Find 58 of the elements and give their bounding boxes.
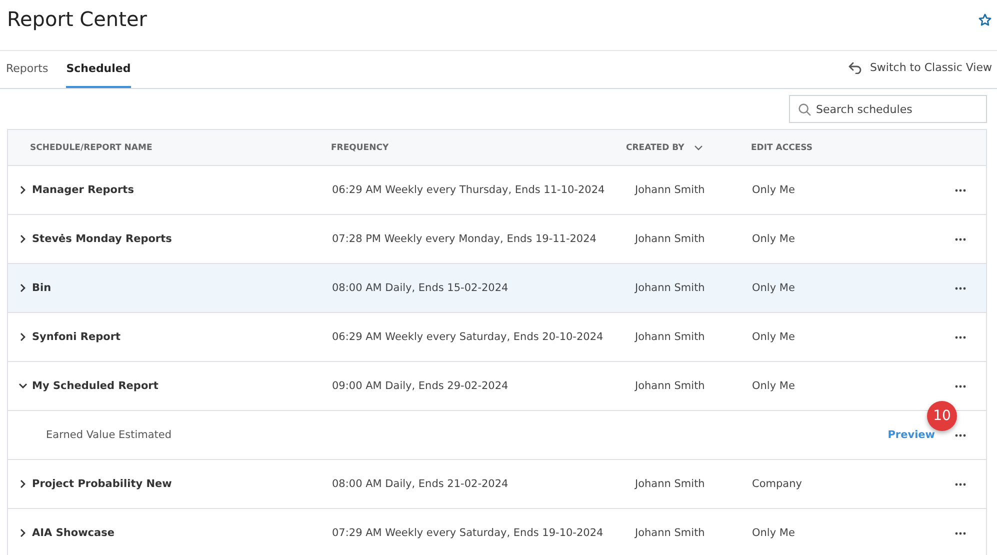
chevron-icon[interactable]: [18, 479, 28, 489]
more-icon[interactable]: [955, 434, 966, 436]
report-name[interactable]: AIA Showcase: [32, 527, 114, 539]
star-icon[interactable]: [978, 13, 992, 27]
tab[interactable]: Scheduled: [66, 51, 131, 88]
report-name[interactable]: Manager Reports: [32, 184, 134, 196]
sort-caret-icon[interactable]: [694, 144, 704, 150]
table-cell: Only Me: [752, 282, 795, 294]
more-icon[interactable]: [955, 188, 966, 192]
column-header: FREQUENCY: [331, 142, 389, 152]
more-icon[interactable]: [955, 286, 966, 290]
tab[interactable]: Reports: [6, 51, 48, 88]
table-cell: Johann Smith: [635, 331, 705, 343]
more-icon[interactable]: [955, 384, 966, 388]
table-cell: Only Me: [752, 380, 795, 392]
table-cell: 09:00 AM Daily, Ends 29-02-2024: [332, 380, 508, 392]
table-cell: Johann Smith: [635, 282, 705, 294]
more-icon[interactable]: [955, 532, 966, 534]
table-cell: 08:00 AM Daily, Ends 15-02-2024: [332, 282, 508, 294]
column-header: EDIT ACCESS: [751, 142, 813, 152]
chevron-icon[interactable]: [18, 185, 28, 195]
table-cell: 08:00 AM Daily, Ends 21-02-2024: [332, 478, 508, 490]
table-cell: Johann Smith: [635, 478, 705, 490]
report-name[interactable]: Stevės Monday Reports: [32, 233, 172, 245]
chevron-icon[interactable]: [18, 332, 28, 342]
column-header: CREATED BY: [626, 142, 684, 152]
report-item: Earned Value Estimated: [45, 429, 172, 441]
report-name[interactable]: Bin: [32, 282, 52, 294]
table-cell: Johann Smith: [635, 527, 705, 539]
table-cell: 07:28 PM Weekly every Monday, Ends 19-11-2024: [332, 233, 596, 245]
chevron-icon[interactable]: [18, 528, 28, 538]
more-icon[interactable]: [955, 238, 966, 240]
more-icon[interactable]: [955, 482, 966, 486]
chevron-icon[interactable]: [18, 283, 28, 293]
report-name[interactable]: My Scheduled Report: [32, 380, 158, 392]
report-name[interactable]: Project Probability New: [32, 478, 172, 490]
table-cell: Only Me: [752, 527, 795, 539]
count-badge: 10: [927, 401, 957, 431]
chevron-icon[interactable]: [18, 381, 28, 391]
switch-view-link[interactable]: Switch to Classic View: [848, 51, 992, 84]
column-header: SCHEDULE/REPORT NAME: [30, 142, 152, 152]
table-cell: Johann Smith: [635, 233, 705, 245]
table-cell: Only Me: [752, 184, 795, 196]
table-cell: 06:29 AM Weekly every Saturday, Ends 20-10-2024: [332, 331, 604, 343]
table-cell: Company: [752, 478, 802, 490]
table-cell: Only Me: [752, 331, 795, 343]
table-cell: 07:29 AM Weekly every Saturday, Ends 19-10-2024: [332, 527, 604, 539]
return-arrow-icon: [848, 62, 862, 74]
table-cell: Johann Smith: [635, 184, 705, 196]
chevron-icon[interactable]: [18, 234, 28, 244]
search-field[interactable]: Search schedules: [789, 95, 987, 123]
table-cell: 06:29 AM Weekly every Thursday, Ends 11-10-2024: [332, 184, 605, 196]
table-cell: Only Me: [752, 233, 795, 245]
page-title: Report Center: [7, 7, 147, 31]
search-icon: [798, 103, 811, 116]
report-name[interactable]: Synfoni Report: [32, 331, 121, 343]
more-icon[interactable]: [955, 336, 966, 338]
table-cell: Johann Smith: [635, 380, 705, 392]
